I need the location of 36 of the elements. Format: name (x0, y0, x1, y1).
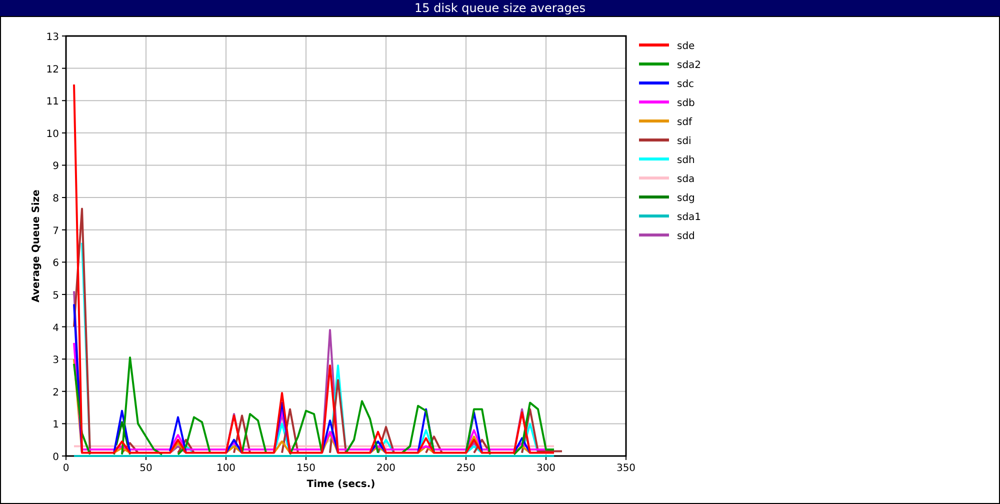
tick-label: 8 (52, 194, 59, 205)
legend-label: sdc (677, 79, 694, 90)
tick-label: 2 (52, 387, 59, 398)
tick-label: 150 (296, 463, 316, 474)
tick-label: 6 (52, 258, 59, 270)
tick-label: 250 (456, 463, 476, 474)
legend-label: sdg (677, 193, 695, 204)
tick-label: 0 (52, 452, 59, 463)
tick-label: 200 (376, 463, 396, 474)
legend-label: sde (677, 41, 695, 52)
tick-label: 12 (46, 64, 59, 76)
legend-label: sdd (677, 231, 695, 242)
tick-label: 50 (140, 463, 152, 474)
tick-label: 9 (52, 161, 59, 172)
legend-label: sdf (677, 117, 692, 128)
tick-label: 350 (616, 463, 636, 474)
tick-label: 3 (52, 355, 59, 366)
legend-label: sda1 (677, 212, 702, 223)
legend-label: sdh (677, 155, 695, 166)
tick-label: 0 (62, 463, 70, 474)
tick-label: 7 (52, 226, 59, 237)
legend-label: sda2 (677, 60, 702, 71)
axis-title: Time (secs.) (306, 479, 376, 490)
tick-label: 13 (46, 32, 59, 43)
tick-label: 10 (46, 128, 59, 140)
legend-label: sdi (677, 136, 692, 147)
tick-label: 1 (52, 420, 59, 431)
tick-label: 100 (216, 463, 236, 474)
tick-label: 5 (52, 290, 59, 302)
tick-label: 4 (52, 322, 59, 334)
axis-title: Average Queue Size (31, 190, 42, 302)
tick-label: 300 (536, 463, 556, 474)
tick-label: 11 (46, 96, 59, 108)
legend-label: sdb (677, 98, 695, 109)
legend-label: sda (677, 174, 695, 185)
chart-title: 15 disk queue size averages (414, 1, 586, 15)
